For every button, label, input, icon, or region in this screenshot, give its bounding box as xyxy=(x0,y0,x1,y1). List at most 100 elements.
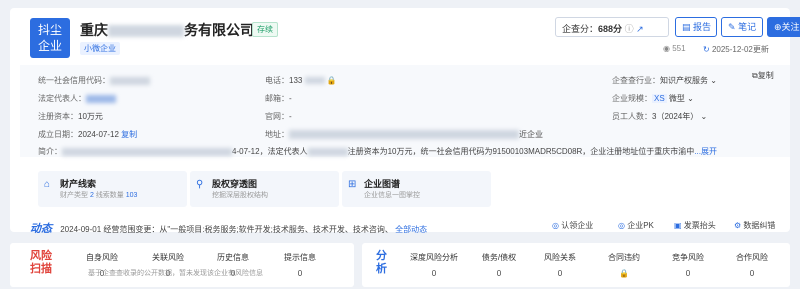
phone-label: 电话： xyxy=(265,76,289,85)
reg-capital-row: 注册资本：10万元 xyxy=(38,111,103,122)
lock-icon: 🔒 xyxy=(326,76,337,85)
tile-sub: 财产类型 2 线索数量 103 xyxy=(60,190,137,200)
property-icon: ⌂ xyxy=(44,179,51,190)
est-date-label: 成立日期： xyxy=(38,130,78,139)
update-time[interactable]: ↻ 2025-12-02更新 xyxy=(703,44,769,55)
credit-code-row: 统一社会信用代码： xyxy=(38,75,150,86)
scale-badge: XS xyxy=(652,94,667,103)
graph-icon: ⊞ xyxy=(348,179,357,190)
email-row: 邮箱：- xyxy=(265,93,292,104)
refresh-icon: ↻ xyxy=(703,45,710,54)
intro-text-2: 注册资本为10万元，统一社会信用代码为91500103MADR5CD08R，企业… xyxy=(347,147,695,156)
risk-item-hint[interactable]: 提示信息 0 xyxy=(270,252,330,278)
size-badge[interactable]: 小微企业 xyxy=(80,42,120,55)
intro-text: 4-07-12，法定代表人 xyxy=(232,147,308,156)
dynamic-text[interactable]: 2024-09-01 经营范围变更：从"一般项目:税务服务;软件开发;技术服务、… xyxy=(60,225,393,234)
est-date-row: 成立日期：2024-07-12 复制 xyxy=(38,129,137,140)
analysis-item-cooperation[interactable]: 合作风险 0 xyxy=(722,252,782,278)
logo-line2: 企业 xyxy=(37,39,62,53)
industry-value: 知识产权服务 xyxy=(660,76,708,85)
redacted-intro xyxy=(62,147,232,156)
analysis-item-name: 合作风险 xyxy=(736,253,768,262)
risk-label-1: 风险 xyxy=(30,250,52,262)
risk-item-name: 提示信息 xyxy=(284,253,316,262)
tile-enterprise-graph[interactable]: ⊞ 企业图谱 企业信息一图掌控 xyxy=(342,171,491,207)
shield-icon: ◎ xyxy=(552,221,559,230)
chevron-down-icon[interactable]: ⌄ xyxy=(687,94,694,103)
redacted-code xyxy=(110,76,150,85)
all-dynamic-link[interactable]: 全部动态 xyxy=(395,225,427,234)
email-label: 邮箱： xyxy=(265,94,289,103)
lock-icon: 🔒 xyxy=(619,269,629,278)
tile-title: 企业图谱 xyxy=(364,179,401,189)
reg-capital-label: 注册资本： xyxy=(38,112,78,121)
email-value: - xyxy=(289,94,292,103)
dynamic-title: 动态 xyxy=(30,223,52,235)
plus-icon: ⊕ xyxy=(774,22,782,32)
report-button[interactable]: ▤ 报告 xyxy=(675,17,717,37)
staff-value: 3（2024年） xyxy=(652,112,699,121)
correction-button[interactable]: ⚙ 数据纠错 xyxy=(734,220,775,231)
analysis-item-value: 0 xyxy=(557,269,563,278)
tile-sub-pre: 财产类型 xyxy=(60,192,88,199)
chevron-down-icon[interactable]: ⌄ xyxy=(700,112,707,121)
score-box[interactable]: 企查分：688分 ⓘ ↗ xyxy=(555,17,669,37)
tile-sub: 企业信息一图掌控 xyxy=(364,192,420,199)
scale-label: 企业规模： xyxy=(612,94,652,103)
analysis-label: 分析 xyxy=(376,250,387,276)
redacted-rep[interactable] xyxy=(86,94,116,103)
intro-label: 简介： xyxy=(38,147,62,156)
copy-date-link[interactable]: 复制 xyxy=(121,130,137,139)
risk-item-name: 自身风险 xyxy=(86,253,118,262)
redacted-phone xyxy=(304,77,325,85)
tile-property-clues[interactable]: ⌂ 财产线索 财产类型 2 线索数量 103 xyxy=(38,171,187,207)
info-icon: ⓘ xyxy=(624,24,634,34)
analysis-item-debt[interactable]: 债务/债权 0 xyxy=(469,252,529,278)
note-button[interactable]: ✎ 笔记 xyxy=(721,17,763,37)
address-tail[interactable]: 近企业 xyxy=(519,130,543,139)
company-logo: 抖尘 企业 xyxy=(30,18,70,58)
equity-chart-icon: ⚲ xyxy=(196,179,204,190)
follow-button[interactable]: ⊕关注 xyxy=(767,17,800,37)
analysis-item-value: 0 xyxy=(685,269,691,278)
analysis-item-deep[interactable]: 深度风险分析 0 xyxy=(404,252,464,278)
report-icon: ▤ xyxy=(682,22,691,32)
analysis-item-name: 深度风险分析 xyxy=(410,253,458,262)
analysis-panel: 分析 深度风险分析 0 债务/债权 0 风险关系 0 合同违约 🔒 竞争风险 0 合作风险… xyxy=(362,243,790,287)
copy-info-button[interactable]: ⧉复制 xyxy=(752,70,774,81)
analysis-label-1: 分 xyxy=(376,250,387,262)
follow-label: 关注 xyxy=(781,22,800,32)
redacted-intro-2 xyxy=(307,147,348,156)
claim-label: 认领企业 xyxy=(561,221,594,230)
intro-row: 简介： 4-07-12，法定代表人 注册资本为10万元，统一社会信用代码为91500… xyxy=(38,146,717,157)
analysis-item-competition[interactable]: 竞争风险 0 xyxy=(658,252,718,278)
phone-value: 133 xyxy=(289,76,303,85)
phone-row: 电话：133 🔒 xyxy=(265,75,337,86)
website-value: - xyxy=(289,112,292,121)
risk-scan-label: 风险 扫描 xyxy=(30,250,52,276)
website-label: 官网： xyxy=(265,112,289,121)
tile-equity-chart[interactable]: ⚲ 股权穿透图 挖掘深层股权结构 xyxy=(190,171,339,207)
analysis-item-relation[interactable]: 风险关系 0 xyxy=(530,252,590,278)
risk-hint: 基于企查查收录的公开数据，暂未发现该企业有风险信息 xyxy=(88,270,263,277)
tile-sub-mid: 线索数量 xyxy=(95,192,124,199)
correction-icon: ⚙ xyxy=(734,221,742,230)
website-row: 官网：- xyxy=(265,111,292,122)
score-label: 企查分： xyxy=(562,24,599,34)
invoice-button[interactable]: ▣ 发票抬头 xyxy=(674,220,716,231)
pk-button[interactable]: ◎ 企业PK xyxy=(618,220,654,231)
risk-item-name: 历史信息 xyxy=(217,253,249,262)
intro-more-link[interactable]: ...展开 xyxy=(694,147,717,156)
status-badge: 存续 xyxy=(252,22,278,37)
note-icon: ✎ xyxy=(728,22,736,32)
chevron-down-icon[interactable]: ⌄ xyxy=(710,76,717,85)
claim-button[interactable]: ◎ 认领企业 xyxy=(552,220,593,231)
correction-label: 数据纠错 xyxy=(743,221,776,230)
risk-scan-panel: 风险 扫描 自身风险 0 关联风险 0 历史信息 0 提示信息 0 基于企查查收录的公开数… xyxy=(10,243,354,287)
invoice-icon: ▣ xyxy=(674,221,682,230)
analysis-item-contract[interactable]: 合同违约 🔒 xyxy=(594,252,654,278)
copy-info-label: 复制 xyxy=(757,71,774,80)
staff-row: 员工人数：3（2024年） ⌄ xyxy=(612,111,707,122)
address-row: 地址： 近企业 xyxy=(265,129,543,140)
risk-item-value: 0 xyxy=(297,269,303,278)
